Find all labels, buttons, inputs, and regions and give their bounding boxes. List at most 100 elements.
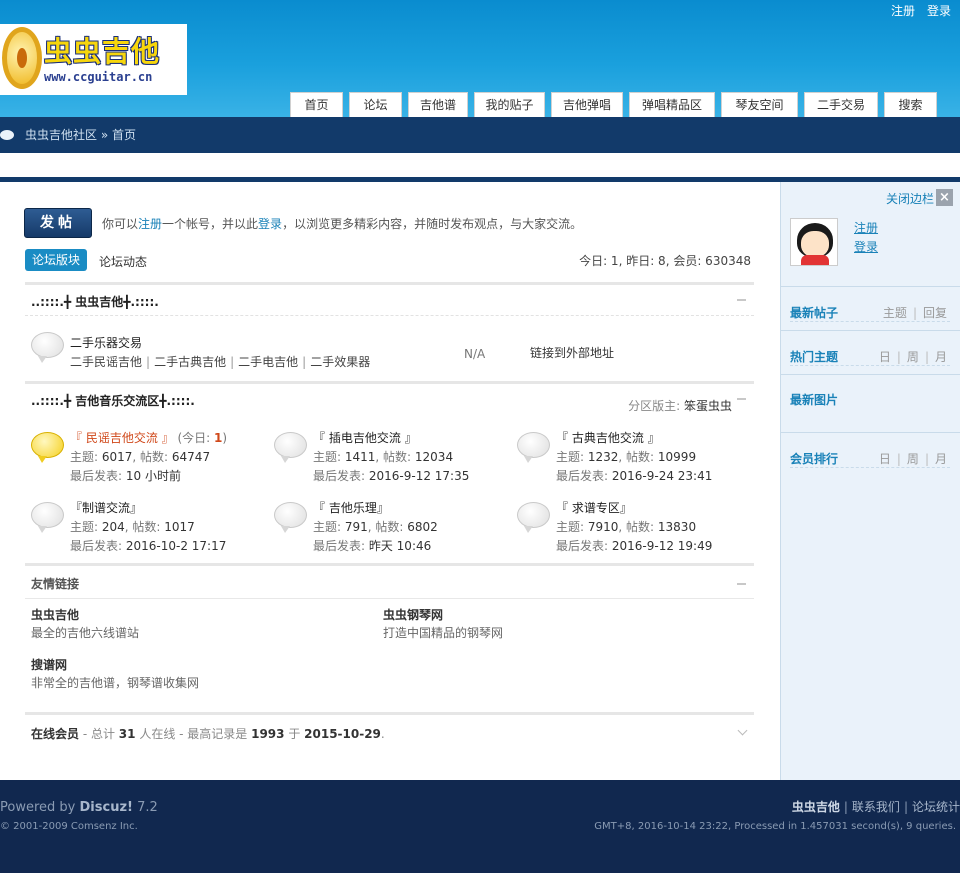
opt-replies[interactable]: 回复 xyxy=(923,306,947,320)
collapse-icon[interactable] xyxy=(737,299,746,301)
sidebar-login-link[interactable]: 登录 xyxy=(854,238,878,255)
speech-bubble-icon xyxy=(0,130,14,140)
subforum-link[interactable]: 二手民谣吉他 xyxy=(70,355,142,369)
forum-last-post: 最后发表: 2016-9-12 17:35 xyxy=(313,467,469,484)
friend-link-desc: 最全的吉他六线谱站 xyxy=(31,626,140,640)
opt-month[interactable]: 月 xyxy=(935,350,947,364)
category-moderators: 分区版主: 笨蛋虫虫 xyxy=(628,397,732,414)
posts-count: 10999 xyxy=(657,450,697,464)
last-post-time[interactable]: 昨天 10:46 xyxy=(369,539,431,553)
online-summary: 在线会员 - 总计 31 人在线 - 最高记录是 1993 于 2015-10-… xyxy=(31,725,385,742)
footer-link-home[interactable]: 虫虫吉他 xyxy=(792,800,840,814)
nav-search[interactable]: 搜索 xyxy=(884,92,937,117)
sidebar-section-title[interactable]: 热门主题 xyxy=(790,348,838,365)
category-header: ..::::.╋ 吉他音乐交流区╋.::::. 分区版主: 笨蛋虫虫 xyxy=(25,381,754,415)
opt-sep: | xyxy=(896,452,901,466)
subforum-link[interactable]: 二手电吉他 xyxy=(238,355,298,369)
tab-forum-boards[interactable]: 论坛版块 xyxy=(25,249,88,271)
nav-tabs[interactable]: 吉他谱 xyxy=(408,92,468,117)
posts-count: 12034 xyxy=(414,450,454,464)
forum-counts: 主题: 7910, 帖数: 13830 xyxy=(556,518,696,535)
online-text: 人在线 - 最高记录是 xyxy=(135,727,252,741)
opt-week[interactable]: 周 xyxy=(907,452,919,466)
nav-friends-space[interactable]: 琴友空间 xyxy=(721,92,798,117)
sidebar-section-title[interactable]: 最新帖子 xyxy=(790,304,838,321)
top-register-link[interactable]: 注册 xyxy=(891,4,915,18)
spacer-band xyxy=(0,153,960,177)
posts-count: 13830 xyxy=(657,520,697,534)
collapse-icon[interactable] xyxy=(737,398,746,400)
topics-count: 7910 xyxy=(587,520,619,534)
today-close: ) xyxy=(222,431,228,445)
last-post-time[interactable]: 10 小时前 xyxy=(126,469,181,483)
forum-name[interactable]: 『 民谣吉他交流 』 (今日: 1) xyxy=(70,429,227,446)
forum-name[interactable]: 『 古典吉他交流 』 xyxy=(556,429,660,446)
last-label: 最后发表: xyxy=(70,469,126,483)
forum-last-post: 最后发表: 2016-9-12 19:49 xyxy=(556,537,712,554)
opt-week[interactable]: 周 xyxy=(907,350,919,364)
product-link[interactable]: Discuz! xyxy=(80,800,133,815)
sidebar-register-link[interactable]: 注册 xyxy=(854,219,878,236)
opt-day[interactable]: 日 xyxy=(879,452,891,466)
chevron-down-icon[interactable] xyxy=(737,725,748,736)
sidebar-section-title[interactable]: 会员排行 xyxy=(790,450,838,467)
powered-by: Powered by Discuz! 7.2 xyxy=(0,800,158,815)
opt-topics[interactable]: 主题 xyxy=(883,306,907,320)
forum-name[interactable]: 二手乐器交易 xyxy=(70,334,142,351)
nav-singing-best[interactable]: 弹唱精品区 xyxy=(629,92,715,117)
online-text: - 总计 xyxy=(79,727,119,741)
topics-count: 1232 xyxy=(587,450,619,464)
opt-month[interactable]: 月 xyxy=(935,452,947,466)
friend-link-name[interactable]: 虫虫吉他 xyxy=(31,606,79,623)
close-icon[interactable]: × xyxy=(936,189,953,206)
topics-label: 主题: xyxy=(70,450,102,464)
opt-sep: | xyxy=(896,350,901,364)
friend-link-name[interactable]: 虫虫钢琴网 xyxy=(383,606,443,623)
notice-register-link[interactable]: 注册 xyxy=(138,217,162,231)
last-post-time[interactable]: 2016-10-2 17:17 xyxy=(126,539,227,553)
last-post-time[interactable]: 2016-9-12 17:35 xyxy=(369,469,470,483)
breadcrumb-home-link[interactable]: 虫虫吉他社区 xyxy=(25,128,97,142)
forum-name-text[interactable]: 『 民谣吉他交流 』 xyxy=(70,431,174,445)
nav-home[interactable]: 首页 xyxy=(290,92,343,117)
footer-link-contact[interactable]: 联系我们 xyxy=(852,800,900,814)
forum-counts: 主题: 1411, 帖数: 12034 xyxy=(313,448,453,465)
sidebar-section-title[interactable]: 最新图片 xyxy=(790,391,838,408)
footer-link-stats[interactable]: 论坛统计 xyxy=(912,800,960,814)
last-label: 最后发表: xyxy=(313,539,369,553)
notice-login-link[interactable]: 登录 xyxy=(258,217,282,231)
category-title[interactable]: ..::::.╋ 虫虫吉他╋.::::. xyxy=(31,293,159,310)
nav-second-hand[interactable]: 二手交易 xyxy=(804,92,878,117)
friend-link-name[interactable]: 搜谱网 xyxy=(31,656,67,673)
last-post-time[interactable]: 2016-9-12 19:49 xyxy=(612,539,713,553)
new-post-button[interactable]: 发帖 xyxy=(24,208,92,238)
tab-forum-activity[interactable]: 论坛动态 xyxy=(99,253,147,270)
friend-link-desc: 非常全的吉他谱，钢琴谱收集网 xyxy=(31,676,200,690)
forum-name[interactable]: 『 插电吉他交流 』 xyxy=(313,429,417,446)
external-link-note[interactable]: 链接到外部地址 xyxy=(530,344,614,361)
sidebar-section-hot-topics: 热门主题 日 | 周 | 月 xyxy=(781,330,960,374)
close-sidebar-link[interactable]: 关闭边栏 xyxy=(886,190,934,207)
forum-counts: 主题: 6017, 帖数: 64747 xyxy=(70,448,210,465)
last-post-time[interactable]: 2016-9-24 23:41 xyxy=(612,469,713,483)
footer-sep: | xyxy=(843,800,848,814)
top-login-link[interactable]: 登录 xyxy=(927,4,951,18)
collapse-icon[interactable] xyxy=(737,583,746,585)
category-title[interactable]: ..::::.╋ 吉他音乐交流区╋.::::. xyxy=(31,392,195,409)
nav-my-posts[interactable]: 我的贴子 xyxy=(474,92,545,117)
moderator-link[interactable]: 笨蛋虫虫 xyxy=(684,399,732,413)
site-logo[interactable]: 虫虫吉他 www.ccguitar.cn xyxy=(0,24,187,95)
forum-name[interactable]: 『 吉他乐理』 xyxy=(313,499,389,516)
subforum-link[interactable]: 二手古典吉他 xyxy=(154,355,226,369)
subforum-link[interactable]: 二手效果器 xyxy=(310,355,370,369)
topics-label: 主题: xyxy=(313,520,345,534)
nav-singing[interactable]: 吉他弹唱 xyxy=(551,92,623,117)
forum-name[interactable]: 『 求谱专区』 xyxy=(556,499,632,516)
forum-name[interactable]: 『制谱交流』 xyxy=(70,499,142,516)
opt-day[interactable]: 日 xyxy=(879,350,891,364)
last-label: 最后发表: xyxy=(70,539,126,553)
nav-forum[interactable]: 论坛 xyxy=(349,92,402,117)
topics-count: 791 xyxy=(344,520,368,534)
online-record: 1993 xyxy=(251,727,285,741)
sidebar-section-opts: 主题 | 回复 xyxy=(883,304,947,321)
